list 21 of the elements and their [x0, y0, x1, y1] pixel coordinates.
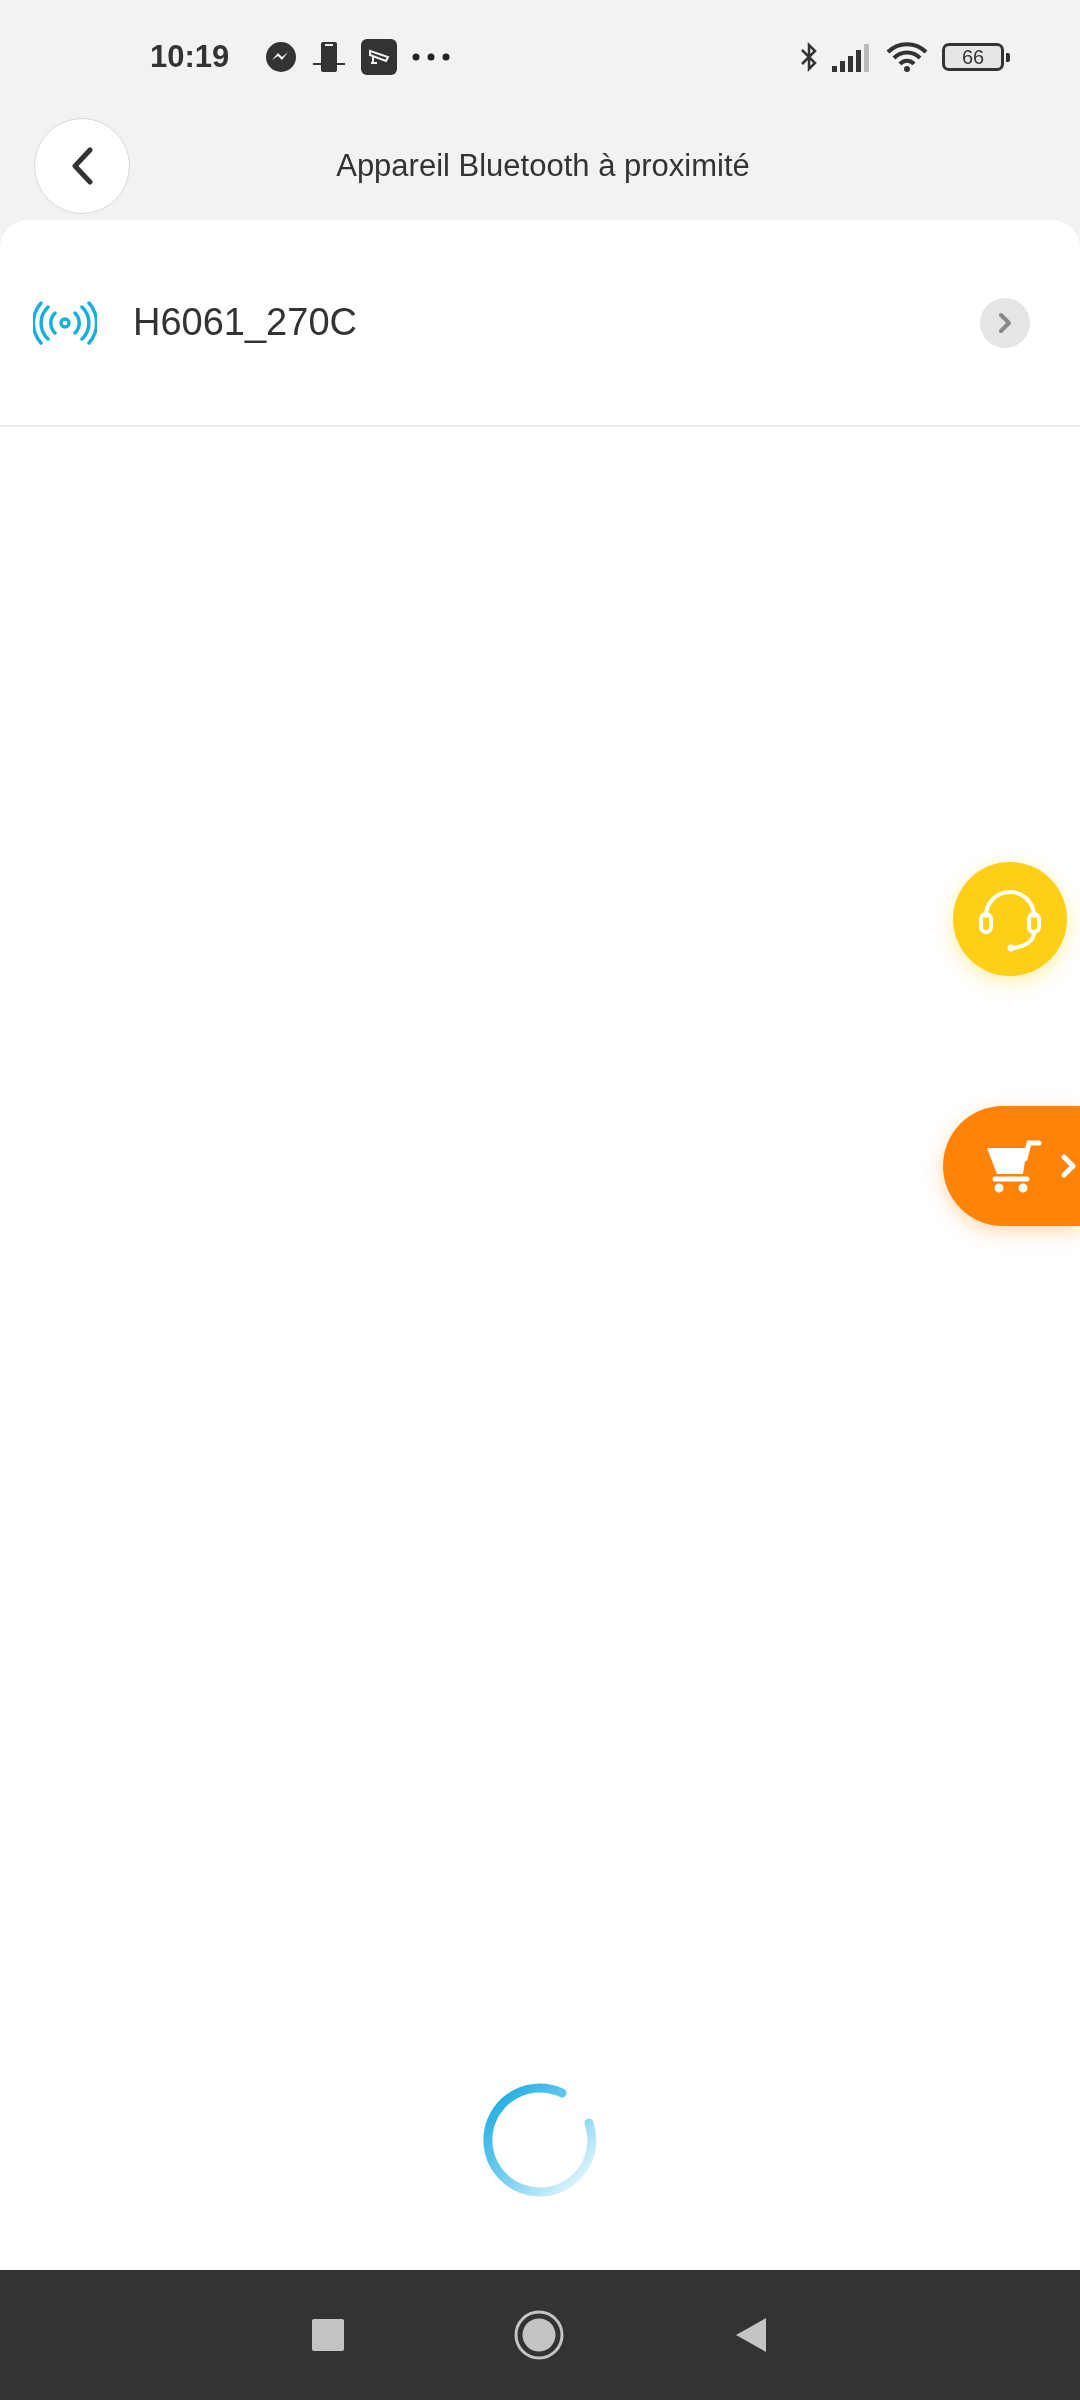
clock-time: 10:19: [150, 39, 230, 75]
battery-level: 66: [942, 43, 1010, 71]
bluetooth-icon: [800, 41, 818, 73]
messenger-icon: [265, 41, 298, 73]
device-name: H6061_270C: [133, 301, 357, 344]
signal-icon: [832, 42, 872, 72]
more-icon: [411, 53, 452, 61]
chevron-right-icon: [980, 297, 1030, 348]
chevron-right-icon: [1061, 1153, 1077, 1179]
device-row[interactable]: H6061_270C: [0, 220, 1080, 427]
broadcast-icon: [33, 300, 97, 345]
home-button[interactable]: [514, 2310, 564, 2360]
back-icon: [71, 147, 93, 185]
back-nav-button[interactable]: [734, 2316, 768, 2354]
square-icon: [312, 2319, 344, 2351]
wifi-icon: [886, 40, 928, 74]
triangle-icon: [734, 2316, 768, 2354]
phone-icon: [311, 40, 348, 74]
camera-icon: [361, 39, 398, 75]
circle-icon: [514, 2310, 564, 2360]
page-title: Appareil Bluetooth à proximité: [335, 148, 750, 183]
